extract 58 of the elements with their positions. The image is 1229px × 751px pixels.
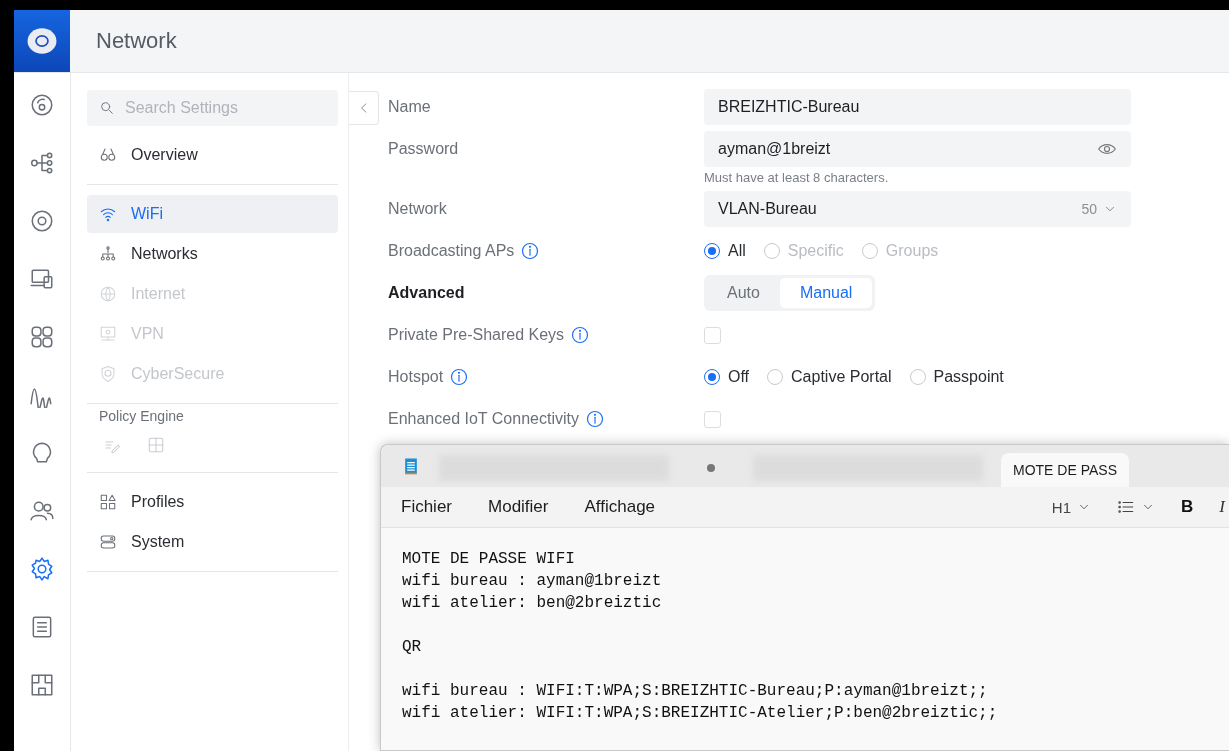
field-label: Password [388,140,459,158]
text-line: wifi bureau : ayman@1breizt [402,571,663,592]
monitor-icon [99,325,117,343]
server-icon [99,533,117,551]
binoculars-icon [99,146,117,164]
gauge-icon [29,92,55,118]
heading-dropdown[interactable]: H1 [1049,496,1094,518]
topology-icon [29,150,55,176]
radio-option[interactable]: Passpoint [909,368,1004,386]
password-field[interactable]: ayman@1breizt [704,131,1131,167]
radio-option[interactable]: Captive Portal [767,368,892,386]
nav-item[interactable]: Networks [87,235,338,273]
shield-icon [99,365,117,383]
search-field[interactable]: Search Settings [87,90,338,126]
bold-button[interactable]: B [1179,495,1196,519]
field-label: Broadcasting APs [388,242,515,260]
text-line: wifi bureau : WIFI:T:WPA;S:BREIZHTIC-Bureau;P:ayman@1breizt;; [402,681,989,702]
radio-option[interactable]: Off [704,368,750,386]
text-line: QR [402,637,423,658]
field-label: Enhanced IoT Connectivity [388,410,579,428]
menu-item[interactable]: Modifier [476,493,561,521]
nav-item[interactable]: WiFi [87,195,338,233]
text-line: MOTE DE PASSE WIFI [402,549,576,570]
radio-option[interactable]: All [704,242,746,260]
field-label: Private Pre-Shared Keys [388,326,565,344]
section-heading: Policy Engine [98,408,185,424]
text-field[interactable]: BREIZHTIC-Bureau [704,89,1131,125]
checkbox[interactable] [704,326,721,344]
text-line: wifi atelier: WIFI:T:WPA;S:BREIZHTIC-Atelier;P:ben@2breiztic;; [402,703,999,724]
mode-option[interactable]: Auto [707,278,780,308]
field-label: Name [388,98,431,116]
list-icon [1117,498,1136,516]
network-dropdown[interactable]: VLAN-Bureau 50 [704,191,1131,227]
device-icon [29,208,55,234]
settings-icon [29,556,55,582]
notepad-tab[interactable]: MOTE DE PASS [1001,453,1129,487]
nav-item[interactable]: Overview [87,136,338,174]
hint-text: Must have at least 8 characters. [704,170,890,185]
field-label: Hotspot [388,368,444,386]
globe-icon [99,285,117,303]
field-label: Advanced [388,284,465,302]
menu-item[interactable]: Affichage [572,493,668,521]
menu-item[interactable]: Fichier [389,493,464,521]
wifi-icon [99,205,117,223]
clients-icon [29,324,55,350]
nav-item[interactable]: System [87,523,338,561]
network-icon [99,245,117,263]
vlan-number: 50 [1081,201,1097,217]
text-line: wifi atelier: ben@2breiztic [402,593,663,614]
nav-item[interactable]: Profiles [87,483,338,521]
floor-plan-icon [29,672,55,698]
italic-button[interactable]: I [1217,495,1227,519]
shapes-icon [99,493,117,511]
checkbox[interactable] [704,410,721,428]
mode-option[interactable]: Manual [779,278,873,308]
page-title: Network [96,28,177,54]
field-label: Network [388,200,447,218]
grid-icon [147,436,165,454]
